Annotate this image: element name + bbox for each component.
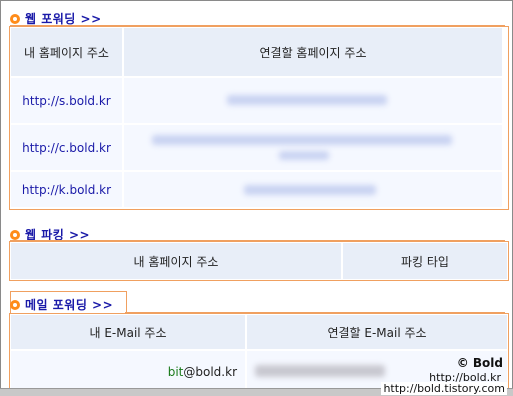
redacted-url xyxy=(152,135,452,145)
window-frame: 웹 포워딩 >> 내 홈페이지 주소 연결할 홈페이지 주소 http://s.… xyxy=(0,0,513,396)
mail-forwarding-title-text: 메일 포워딩 >> xyxy=(25,298,114,312)
email-user: bit xyxy=(167,365,184,379)
table-row-cell-my-address[interactable]: http://k.bold.kr xyxy=(11,172,122,207)
copyright-symbol: © xyxy=(456,356,469,370)
col-target-email-label: 연결할 E-Mail 주소 xyxy=(327,325,427,340)
my-address-link[interactable]: http://s.bold.kr xyxy=(22,94,110,108)
table-row-cell-my-email: bit@bold.kr xyxy=(11,351,245,390)
table-row-cell-target-address xyxy=(124,125,502,170)
col-target-homepage-label: 연결할 홈페이지 주소 xyxy=(259,45,367,60)
col-my-homepage: 내 홈페이지 주소 xyxy=(11,243,341,279)
col-my-homepage-label: 내 홈페이지 주소 xyxy=(24,45,109,60)
orange-bullet-icon xyxy=(10,229,20,240)
table-row-cell-target-address xyxy=(124,172,502,207)
my-email-value: bit@bold.kr xyxy=(168,365,237,379)
orange-bullet-icon xyxy=(10,13,20,24)
col-parking-type: 파킹 타입 xyxy=(343,243,507,279)
table-row-cell-target-address xyxy=(124,78,502,123)
watermark-brand: Bold xyxy=(472,356,503,370)
col-my-email: 내 E-Mail 주소 xyxy=(11,315,245,349)
table-row-cell-my-address[interactable]: http://s.bold.kr xyxy=(11,78,122,123)
redacted-url xyxy=(279,151,329,160)
col-target-homepage: 연결할 홈페이지 주소 xyxy=(124,28,502,76)
content-area: 웹 포워딩 >> 내 홈페이지 주소 연결할 홈페이지 주소 http://s.… xyxy=(4,4,509,390)
mail-forwarding-title[interactable]: 메일 포워딩 >> xyxy=(10,296,113,313)
email-domain: @bold.kr xyxy=(183,365,237,379)
col-my-homepage: 내 홈페이지 주소 xyxy=(11,28,122,76)
web-parking-table: 내 홈페이지 주소 파킹 타입 xyxy=(9,241,509,281)
table-row-cell-my-address[interactable]: http://c.bold.kr xyxy=(11,125,122,170)
watermark-copyright: © Bold xyxy=(457,356,503,370)
web-forwarding-table: 내 홈페이지 주소 연결할 홈페이지 주소 http://s.bold.kr h… xyxy=(9,26,509,210)
redacted-url xyxy=(227,95,387,105)
watermark-url-text: http://bold.tistory.com xyxy=(383,382,505,395)
col-my-email-label: 내 E-Mail 주소 xyxy=(89,325,167,340)
redacted-email xyxy=(255,365,385,377)
redacted-url xyxy=(244,185,376,195)
col-parking-type-label: 파킹 타입 xyxy=(401,254,449,269)
my-address-link[interactable]: http://k.bold.kr xyxy=(22,183,111,197)
watermark-url: http://bold.tistory.com xyxy=(381,382,507,395)
col-target-email: 연결할 E-Mail 주소 xyxy=(247,315,507,349)
col-my-homepage-label: 내 홈페이지 주소 xyxy=(133,254,219,269)
my-address-link[interactable]: http://c.bold.kr xyxy=(22,141,111,155)
orange-bullet-icon xyxy=(10,299,20,310)
